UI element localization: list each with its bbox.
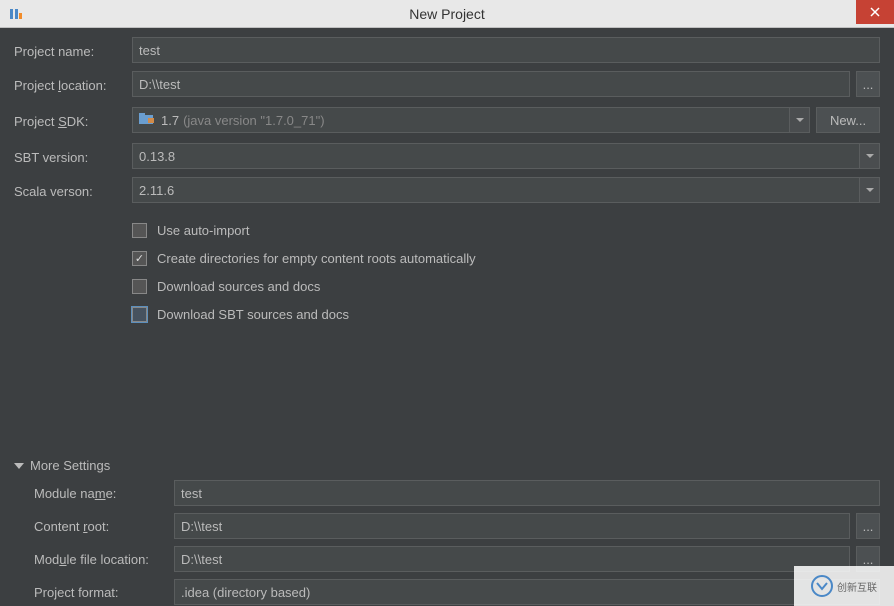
project-format-label: Project format: xyxy=(14,585,174,600)
project-sdk-combo[interactable]: 1.7 (java version "1.7.0_71") xyxy=(132,107,810,133)
download-sbt-label: Download SBT sources and docs xyxy=(157,307,349,322)
form-content: Project name: Project location: ... Proj… xyxy=(0,28,894,330)
new-sdk-button[interactable]: New... xyxy=(816,107,880,133)
download-sbt-checkbox[interactable] xyxy=(132,307,147,322)
auto-import-checkbox[interactable] xyxy=(132,223,147,238)
watermark: 创新互联 xyxy=(794,566,894,606)
window-title: New Project xyxy=(0,6,894,22)
module-name-label: Module name: xyxy=(14,486,174,501)
scala-version-value: 2.11.6 xyxy=(139,183,174,198)
project-location-label: Project location: xyxy=(14,75,132,93)
more-settings-section: More Settings Module name: Content root:… xyxy=(14,458,880,606)
module-file-location-label: Module file location: xyxy=(14,552,174,567)
download-sources-checkbox[interactable] xyxy=(132,279,147,294)
sbt-version-combo[interactable]: 0.13.8 xyxy=(132,143,880,169)
more-settings-label: More Settings xyxy=(30,458,110,473)
project-location-input[interactable] xyxy=(132,71,850,97)
download-sources-label: Download sources and docs xyxy=(157,279,320,294)
close-button[interactable] xyxy=(856,0,894,24)
chevron-down-icon xyxy=(859,178,879,202)
project-format-value: .idea (directory based) xyxy=(181,585,310,600)
sbt-version-value: 0.13.8 xyxy=(139,149,175,164)
watermark-text: 创新互联 xyxy=(837,579,877,594)
chevron-down-icon xyxy=(14,463,24,469)
more-settings-toggle[interactable]: More Settings xyxy=(14,458,880,473)
content-root-input[interactable] xyxy=(174,513,850,539)
module-name-input[interactable] xyxy=(174,480,880,506)
sbt-version-label: SBT version: xyxy=(14,147,132,165)
chevron-down-icon xyxy=(859,144,879,168)
project-name-input[interactable] xyxy=(132,37,880,63)
scala-version-label: Scala verson: xyxy=(14,181,132,199)
project-sdk-label: Project SDK: xyxy=(14,111,132,129)
content-root-browse-button[interactable]: ... xyxy=(856,513,880,539)
project-location-browse-button[interactable]: ... xyxy=(856,71,880,97)
chevron-down-icon xyxy=(789,108,809,132)
sdk-detail: (java version "1.7.0_71") xyxy=(183,113,324,128)
content-root-label: Content root: xyxy=(14,519,174,534)
project-format-combo[interactable]: .idea (directory based) xyxy=(174,579,880,605)
scala-version-combo[interactable]: 2.11.6 xyxy=(132,177,880,203)
options-group: Use auto-import Create directories for e… xyxy=(132,210,880,330)
sdk-version: 1.7 xyxy=(161,113,179,128)
titlebar: New Project xyxy=(0,0,894,28)
create-dirs-checkbox[interactable] xyxy=(132,251,147,266)
module-file-location-input[interactable] xyxy=(174,546,850,572)
folder-icon xyxy=(139,113,155,127)
app-icon xyxy=(8,6,24,22)
auto-import-label: Use auto-import xyxy=(157,223,249,238)
project-name-label: Project name: xyxy=(14,41,132,59)
create-dirs-label: Create directories for empty content roo… xyxy=(157,251,476,266)
